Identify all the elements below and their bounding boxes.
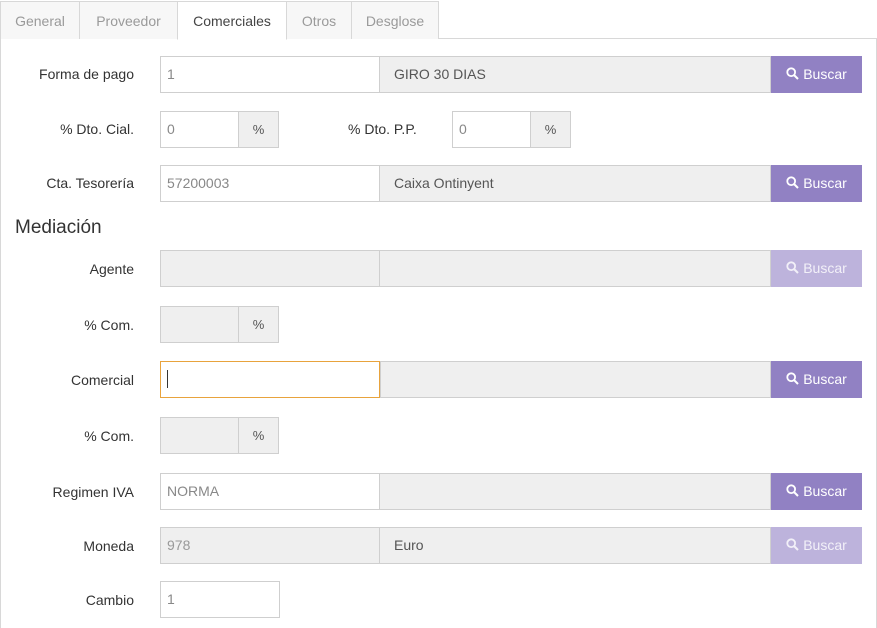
tab-otros[interactable]: Otros [286,1,352,39]
dto-cial-input[interactable]: 0 [160,111,240,148]
moneda-code-input: 978 [160,527,380,564]
search-icon [786,261,799,275]
comercial-label: Comercial [70,372,134,388]
agente-description [379,250,771,287]
forma-pago-description: GIRO 30 DIAS [379,56,771,93]
cta-tesoreria-label: Cta. Tesorería [46,175,134,191]
tab-general[interactable]: General [0,1,80,39]
tab-desglose[interactable]: Desglose [351,1,439,39]
regimen-iva-label: Regimen IVA [52,484,134,500]
tab-comerciales[interactable]: Comerciales [177,1,287,40]
moneda-search-label: Buscar [803,537,847,553]
comercial-description [380,361,771,398]
agente-code-input [160,250,380,287]
comercial-search-label: Buscar [803,371,847,387]
tab-proveedor[interactable]: Proveedor [79,1,178,39]
com-agente-label: % Com. [84,317,134,333]
forma-pago-search-label: Buscar [803,66,847,82]
search-icon [786,538,799,552]
search-icon [786,176,799,190]
agente-search-label: Buscar [803,260,847,276]
forma-pago-code-input[interactable]: 1 [160,56,380,93]
moneda-label: Moneda [83,538,134,554]
cta-tesoreria-code-input[interactable]: 57200003 [160,165,380,202]
dto-pp-label: % Dto. P.P. [348,121,417,137]
text-caret [167,370,168,389]
search-icon [786,372,799,386]
moneda-search-button: Buscar [771,527,862,564]
cambio-label: Cambio [85,592,134,608]
comercial-code-input[interactable] [160,361,380,398]
com-comercial-percent-addon: % [238,417,279,454]
panel-border-left [0,38,1,628]
search-icon [786,484,799,498]
comercial-search-button[interactable]: Buscar [771,361,862,398]
cta-tesoreria-search-button[interactable]: Buscar [771,165,862,202]
com-agente-percent-addon: % [238,306,279,343]
forma-pago-search-button[interactable]: Buscar [771,56,862,93]
agente-search-button: Buscar [771,250,862,287]
forma-pago-label: Forma de pago [39,66,134,82]
cambio-input[interactable]: 1 [160,581,280,618]
cta-tesoreria-search-label: Buscar [803,175,847,191]
com-comercial-input [160,417,240,454]
search-icon [786,67,799,81]
com-agente-input [160,306,240,343]
regimen-iva-search-label: Buscar [803,483,847,499]
mediacion-section-title: Mediación [15,217,102,238]
regimen-iva-description [379,473,771,510]
dto-cial-percent-addon: % [238,111,279,148]
dto-pp-input[interactable]: 0 [452,111,532,148]
dto-pp-percent-addon: % [530,111,571,148]
dto-cial-label: % Dto. Cial. [60,121,134,137]
cta-tesoreria-description: Caixa Ontinyent [379,165,771,202]
agente-label: Agente [89,261,134,277]
com-comercial-label: % Com. [84,428,134,444]
regimen-iva-code-input[interactable]: NORMA [160,473,380,510]
moneda-description: Euro [379,527,771,564]
regimen-iva-search-button[interactable]: Buscar [771,473,862,510]
tab-bar: General Proveedor Comerciales Otros Desg… [0,0,877,40]
